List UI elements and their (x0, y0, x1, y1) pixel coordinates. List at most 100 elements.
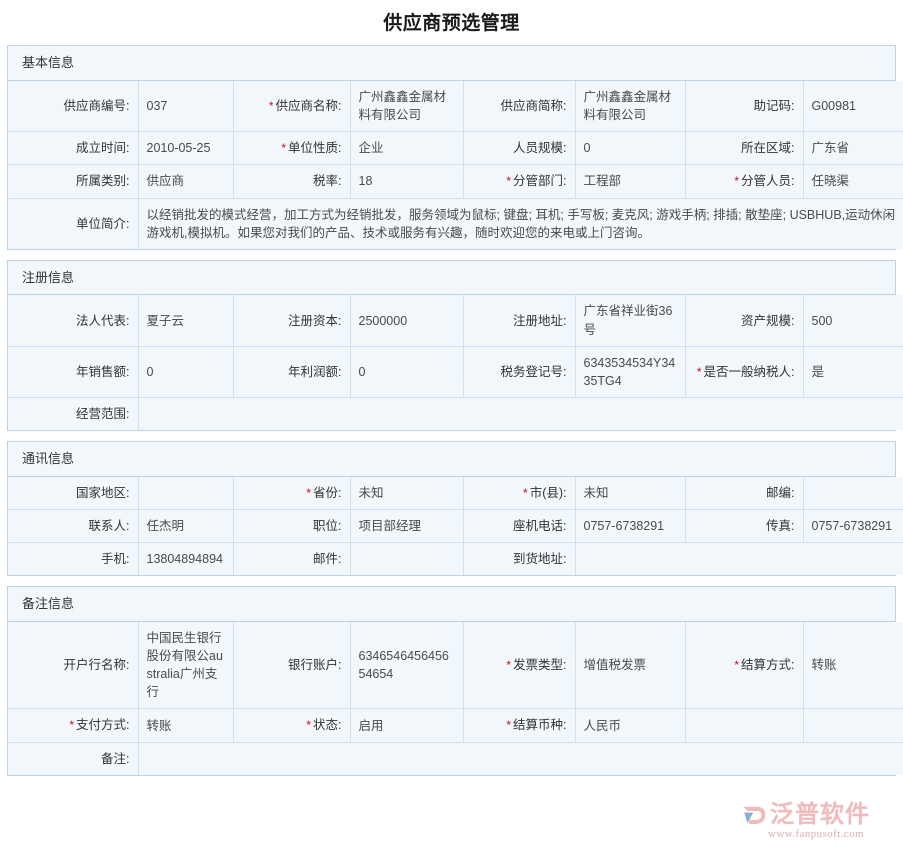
field-label-text: 供应商编号: (64, 99, 130, 113)
field-label: 注册地址: (463, 295, 575, 346)
field-label-text: 单位性质: (288, 141, 341, 155)
required-marker: * (697, 365, 702, 379)
field-value[interactable]: 任晓渠 (803, 165, 903, 198)
form-row: 经营范围: (8, 397, 903, 430)
field-value[interactable]: 广东省 (803, 131, 903, 164)
field-value[interactable]: 人民币 (575, 709, 685, 742)
field-value[interactable] (138, 477, 233, 510)
required-marker: * (506, 658, 511, 672)
field-value[interactable]: 18 (350, 165, 463, 198)
field-label-text: 开户行名称: (64, 658, 130, 672)
field-label-text: 职位: (313, 519, 341, 533)
field-value[interactable]: 13804894894 (138, 543, 233, 576)
field-value[interactable]: 未知 (575, 477, 685, 510)
section-contact: 通讯信息国家地区:*省份:未知*市(县):未知邮编:联系人:任杰明职位:项目部经… (7, 441, 896, 576)
field-value[interactable]: 广州鑫鑫金属材料有限公司 (575, 81, 685, 132)
field-value[interactable]: 0757-6738291 (803, 510, 903, 543)
field-label: *分管部门: (463, 165, 575, 198)
field-label: *结算币种: (463, 709, 575, 742)
field-value[interactable]: 转账 (803, 622, 903, 709)
field-value[interactable]: G00981 (803, 81, 903, 132)
field-label: 税务登记号: (463, 346, 575, 397)
field-value[interactable]: 广州鑫鑫金属材料有限公司 (350, 81, 463, 132)
field-label-text: 所属类别: (76, 174, 129, 188)
field-value[interactable]: 2010-05-25 (138, 131, 233, 164)
field-value[interactable]: 供应商 (138, 165, 233, 198)
field-label: *结算方式: (685, 622, 803, 709)
field-label-text: 备注: (101, 752, 129, 766)
field-value[interactable]: 未知 (350, 477, 463, 510)
field-value[interactable]: 任杰明 (138, 510, 233, 543)
field-value[interactable]: 广东省祥业街36号 (575, 295, 685, 346)
required-marker: * (734, 658, 739, 672)
field-value[interactable] (138, 397, 903, 430)
field-label-text: 供应商名称: (276, 99, 342, 113)
field-label-text: 传真: (766, 519, 794, 533)
form-row: 联系人: 任杰明 职位: 项目部经理 座机电话: 0757-6738291 传真: 0757-… (8, 510, 903, 543)
field-label-text: 所在区域: (741, 141, 794, 155)
field-label: 座机电话: (463, 510, 575, 543)
form-grid-basic: 供应商编号:037*供应商名称:广州鑫鑫金属材料有限公司供应商简称:广州鑫鑫金属… (8, 81, 903, 249)
section-header-contact: 通讯信息 (8, 442, 895, 477)
field-value[interactable]: 增值税发票 (575, 622, 685, 709)
field-label: 助记码: (685, 81, 803, 132)
field-label: 人员规模: (463, 131, 575, 164)
field-label: 年销售额: (8, 346, 138, 397)
form-sections: 基本信息供应商编号:037*供应商名称:广州鑫鑫金属材料有限公司供应商简称:广州… (0, 45, 903, 776)
field-label: 国家地区: (8, 477, 138, 510)
field-value[interactable]: 中国民生银行股份有限公australia广州支行 (138, 622, 233, 709)
section-header-register: 注册信息 (8, 261, 895, 296)
field-value[interactable]: 634654645645654654 (350, 622, 463, 709)
field-value[interactable]: 夏子云 (138, 295, 233, 346)
field-value[interactable]: 以经销批发的模式经营，加工方式为经销批发，服务领域为鼠标; 键盘; 耳机; 手写… (138, 198, 903, 249)
field-value[interactable]: 0757-6738291 (575, 510, 685, 543)
field-value[interactable]: 0 (350, 346, 463, 397)
field-label-text: 联系人: (89, 519, 130, 533)
field-label-text: 到货地址: (513, 552, 566, 566)
form-row: 手机:13804894894邮件:到货地址: (8, 543, 903, 576)
field-label: *分管人员: (685, 165, 803, 198)
required-marker: * (281, 141, 286, 155)
field-label-text: 法人代表: (76, 314, 129, 328)
field-label-text: 分管部门: (513, 174, 566, 188)
field-label: 到货地址: (463, 543, 575, 576)
field-value[interactable] (575, 543, 903, 576)
field-label (685, 709, 803, 742)
field-value[interactable]: 0 (138, 346, 233, 397)
required-marker: * (69, 718, 74, 732)
field-label-text: 省份: (313, 486, 341, 500)
field-value[interactable] (350, 543, 463, 576)
form-grid-remark: 开户行名称:中国民生银行股份有限公australia广州支行银行账户:63465… (8, 622, 903, 775)
field-value[interactable]: 项目部经理 (350, 510, 463, 543)
form-row: 开户行名称:中国民生银行股份有限公australia广州支行银行账户:63465… (8, 622, 903, 709)
field-label-text: 手机: (101, 552, 129, 566)
field-label-text: 经营范围: (76, 407, 129, 421)
field-label-text: 资产规模: (741, 314, 794, 328)
required-marker: * (506, 174, 511, 188)
field-value[interactable]: 企业 (350, 131, 463, 164)
field-label: 法人代表: (8, 295, 138, 346)
field-label: 手机: (8, 543, 138, 576)
field-label-text: 座机电话: (513, 519, 566, 533)
field-value[interactable] (138, 742, 903, 775)
required-marker: * (734, 174, 739, 188)
field-label-text: 税务登记号: (501, 365, 567, 379)
form-row: 年销售额:0年利润额:0税务登记号:6343534534Y3435TG4*是否一… (8, 346, 903, 397)
field-value[interactable]: 2500000 (350, 295, 463, 346)
field-value[interactable]: 500 (803, 295, 903, 346)
field-value[interactable]: 0 (575, 131, 685, 164)
field-label-text: 邮编: (766, 486, 794, 500)
field-value[interactable]: 转账 (138, 709, 233, 742)
field-value[interactable]: 是 (803, 346, 903, 397)
field-label-text: 支付方式: (76, 718, 129, 732)
field-label-text: 税率: (313, 174, 341, 188)
field-label-text: 供应商简称: (501, 99, 567, 113)
section-register: 注册信息法人代表:夏子云注册资本:2500000注册地址:广东省祥业街36号资产… (7, 260, 896, 431)
field-value[interactable]: 037 (138, 81, 233, 132)
field-value[interactable]: 启用 (350, 709, 463, 742)
field-value[interactable] (803, 709, 903, 742)
field-value[interactable] (803, 477, 903, 510)
field-label: *供应商名称: (233, 81, 350, 132)
field-value[interactable]: 6343534534Y3435TG4 (575, 346, 685, 397)
field-value[interactable]: 工程部 (575, 165, 685, 198)
